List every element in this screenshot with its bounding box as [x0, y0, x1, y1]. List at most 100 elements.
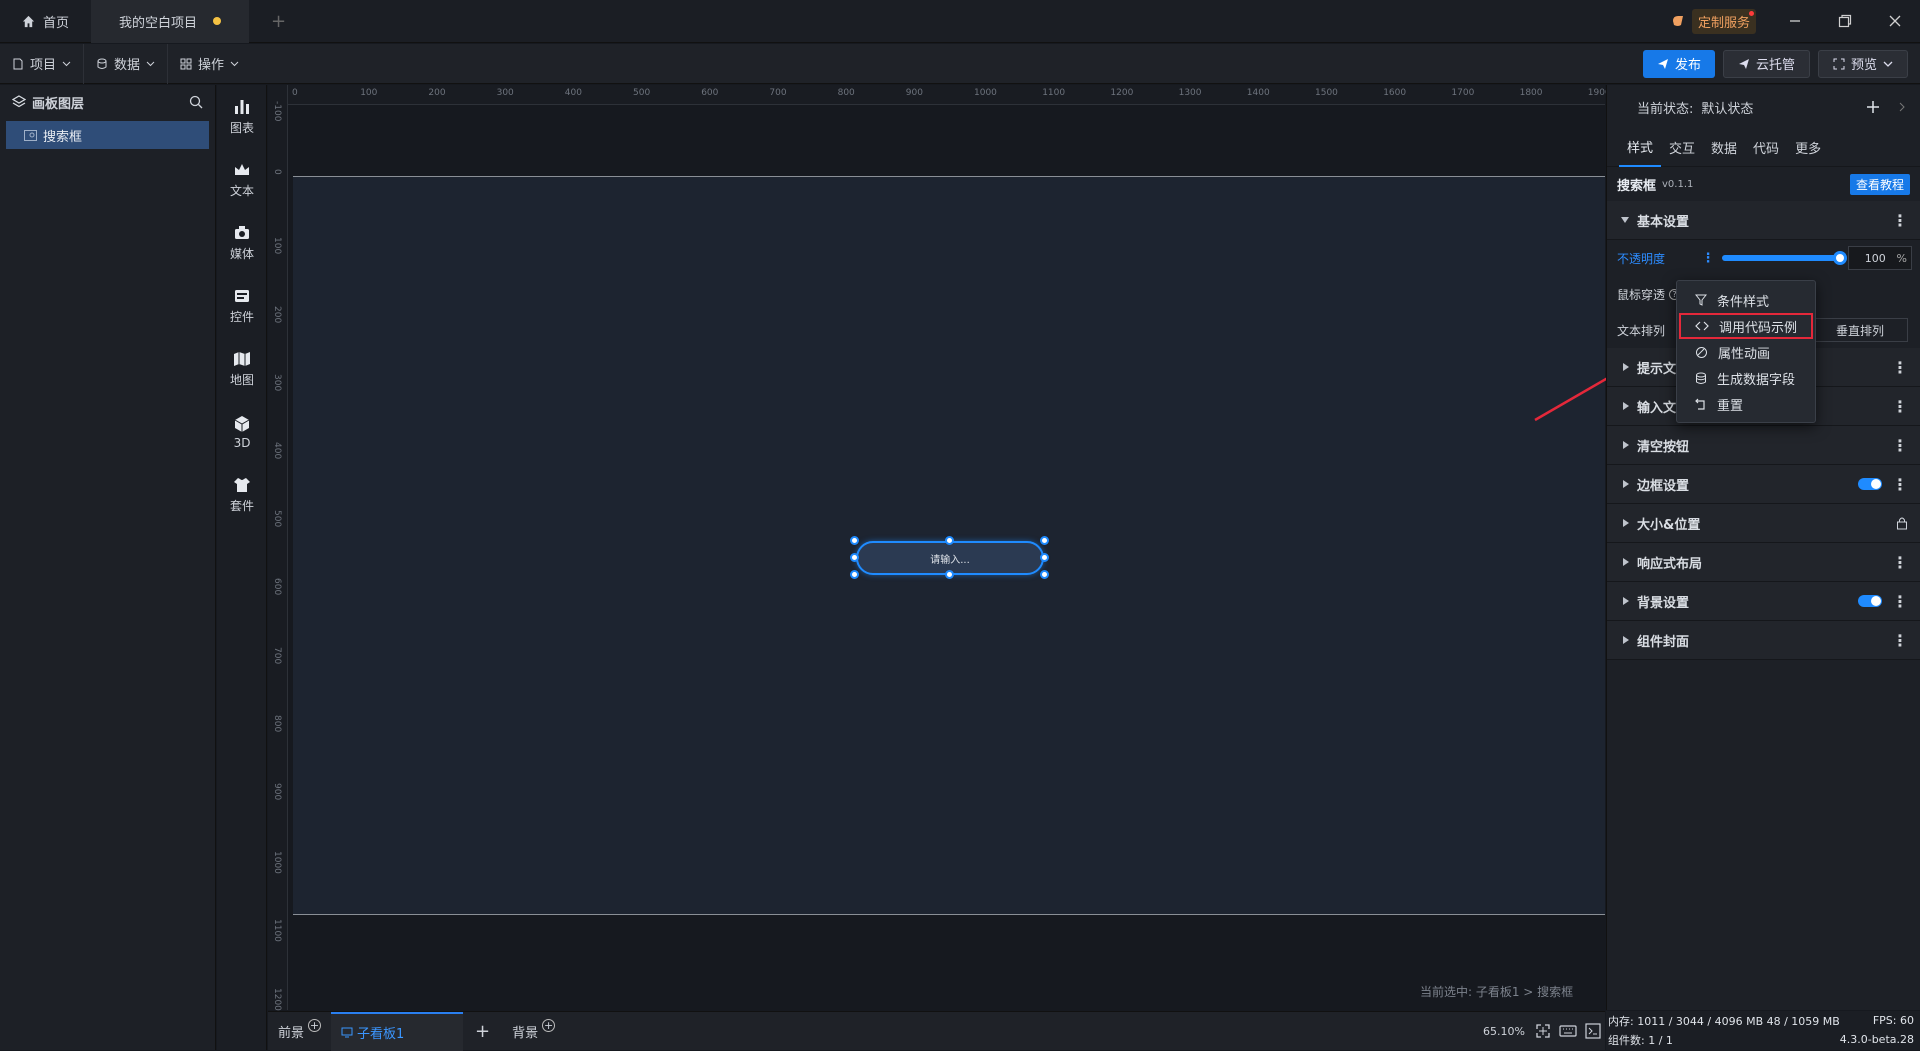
menu-data[interactable]: 数据: [84, 43, 169, 84]
resize-handle[interactable]: [1040, 553, 1049, 562]
palette-control[interactable]: 控件: [217, 274, 267, 337]
ruler-tick-label: 400: [564, 88, 582, 98]
more-vertical-icon[interactable]: ⋮: [1892, 553, 1908, 572]
opacity-slider[interactable]: [1722, 251, 1848, 265]
resize-handle[interactable]: [850, 536, 859, 545]
tab-more[interactable]: 更多: [1787, 138, 1829, 157]
component-version: v0.1.1: [1662, 178, 1694, 190]
add-board-button[interactable]: +: [463, 1012, 502, 1051]
tab-project-label: 我的空白项目: [119, 15, 198, 31]
section-actions: ⋮: [1892, 631, 1908, 650]
chevron-down-icon: [146, 61, 155, 67]
more-vertical-icon[interactable]: ⋮: [1892, 592, 1908, 611]
caret-right-icon: [1623, 597, 1629, 605]
control-icon: [235, 290, 249, 302]
new-tab-button[interactable]: +: [249, 0, 308, 43]
ruler-tick-label: 700: [272, 646, 282, 664]
tab-home[interactable]: 首页: [0, 0, 91, 43]
service-icon: [1672, 16, 1683, 26]
tab-style[interactable]: 样式: [1619, 129, 1662, 167]
palette-text[interactable]: 文本: [217, 148, 267, 211]
fit-screen-icon[interactable]: [1535, 1023, 1551, 1039]
tab-background[interactable]: 背景 +: [502, 1012, 565, 1051]
context-menu: 条件样式 调用代码示例 属性动画 生成数据字段 重置: [1676, 280, 1816, 423]
resize-handle[interactable]: [1040, 570, 1049, 579]
animation-icon: [1696, 346, 1707, 358]
tab-project[interactable]: 我的空白项目: [91, 0, 250, 43]
menu-item-generate-data-field[interactable]: 生成数据字段: [1677, 365, 1815, 391]
resize-handle[interactable]: [945, 536, 954, 545]
section-row[interactable]: 背景设置 ⋮: [1607, 582, 1920, 621]
section-basic-title: 基本设置: [1637, 214, 1690, 230]
restore-button[interactable]: [1820, 0, 1870, 43]
add-circle-icon[interactable]: +: [542, 1018, 556, 1032]
chevron-right-icon[interactable]: [1898, 102, 1906, 112]
tab-code[interactable]: 代码: [1745, 138, 1787, 157]
more-vertical-icon[interactable]: ⋮: [1892, 211, 1908, 230]
ruler-tick-label: 200: [428, 88, 446, 98]
palette-kit[interactable]: 套件: [217, 463, 267, 526]
more-vertical-icon[interactable]: ⋮: [1892, 475, 1908, 494]
opacity-input[interactable]: 100 %: [1847, 246, 1912, 270]
lock-icon[interactable]: [1896, 516, 1908, 530]
custom-service-label: 定制服务: [1697, 15, 1750, 31]
opacity-slider-handle[interactable]: [1833, 251, 1848, 265]
section-row[interactable]: 清空按钮 ⋮: [1607, 426, 1920, 465]
section-actions: ⋮: [1892, 358, 1908, 377]
tab-foreground-label: 前景: [278, 1025, 305, 1041]
resize-handle[interactable]: [1040, 536, 1049, 545]
more-vertical-icon[interactable]: ⋮: [1892, 358, 1908, 377]
more-vertical-icon[interactable]: ⋮: [1892, 436, 1908, 455]
caret-right-icon: [1623, 363, 1629, 371]
section-row[interactable]: 边框设置 ⋮: [1607, 465, 1920, 504]
zoom-level[interactable]: 65.10%: [1483, 1025, 1525, 1038]
more-vertical-icon[interactable]: ⋮: [1701, 251, 1714, 266]
section-basic[interactable]: 基本设置 ⋮: [1607, 201, 1920, 240]
resize-handle[interactable]: [945, 570, 954, 579]
palette-3d[interactable]: 3D: [217, 400, 267, 463]
caret-right-icon: [1623, 636, 1629, 644]
vertical-arrange-option[interactable]: 垂直排列: [1812, 318, 1908, 342]
caret-right-icon: [1623, 558, 1629, 566]
preview-button[interactable]: 预览: [1817, 49, 1908, 78]
section-row[interactable]: 组件封面 ⋮: [1607, 621, 1920, 660]
keyboard-icon[interactable]: [1559, 1024, 1577, 1038]
terminal-icon[interactable]: [1585, 1023, 1601, 1039]
section-toggle[interactable]: [1858, 478, 1882, 490]
menu-item-call-code-example[interactable]: 调用代码示例: [1679, 313, 1813, 339]
section-row[interactable]: 响应式布局 ⋮: [1607, 543, 1920, 582]
resize-handle[interactable]: [850, 570, 859, 579]
palette-media[interactable]: 媒体: [217, 211, 267, 274]
view-tutorial-button[interactable]: 查看教程: [1849, 173, 1910, 195]
menu-project[interactable]: 项目: [0, 43, 85, 84]
close-button[interactable]: [1870, 0, 1920, 43]
tab-interaction[interactable]: 交互: [1661, 138, 1703, 157]
minimize-button[interactable]: [1770, 0, 1820, 43]
ruler-tick-label: 0: [292, 88, 298, 98]
publish-button[interactable]: 发布: [1642, 49, 1715, 78]
palette-map[interactable]: 地图: [217, 337, 267, 400]
search-icon[interactable]: [189, 95, 203, 109]
more-vertical-icon[interactable]: ⋮: [1892, 397, 1908, 416]
add-circle-icon[interactable]: +: [308, 1018, 322, 1032]
menu-item-conditional-style[interactable]: 条件样式: [1677, 287, 1815, 313]
section-row[interactable]: 大小&位置: [1607, 504, 1920, 543]
ruler-tick-label: 300: [496, 88, 514, 98]
palette-chart[interactable]: 图表: [217, 85, 267, 148]
section-title: 组件封面: [1637, 634, 1690, 650]
menu-item-property-animation[interactable]: 属性动画: [1677, 339, 1815, 365]
section-toggle[interactable]: [1858, 595, 1882, 607]
tab-foreground[interactable]: 前景 +: [268, 1012, 331, 1051]
add-state-icon[interactable]: [1866, 100, 1880, 114]
tab-subboard[interactable]: 子看板1: [331, 1011, 464, 1051]
tab-data[interactable]: 数据: [1703, 138, 1745, 157]
menu-item-reset[interactable]: 重置: [1677, 391, 1815, 417]
mouse-through-label: 鼠标穿透: [1617, 287, 1666, 302]
more-vertical-icon[interactable]: ⋮: [1892, 631, 1908, 650]
cloud-hosting-button[interactable]: 云托管: [1722, 49, 1810, 78]
menu-operate[interactable]: 操作: [168, 44, 251, 84]
layer-item-searchbox[interactable]: 搜索框: [6, 121, 209, 149]
custom-service-button[interactable]: 定制服务: [1691, 8, 1756, 34]
state-value[interactable]: 默认状态: [1701, 98, 1753, 117]
resize-handle[interactable]: [850, 553, 859, 562]
